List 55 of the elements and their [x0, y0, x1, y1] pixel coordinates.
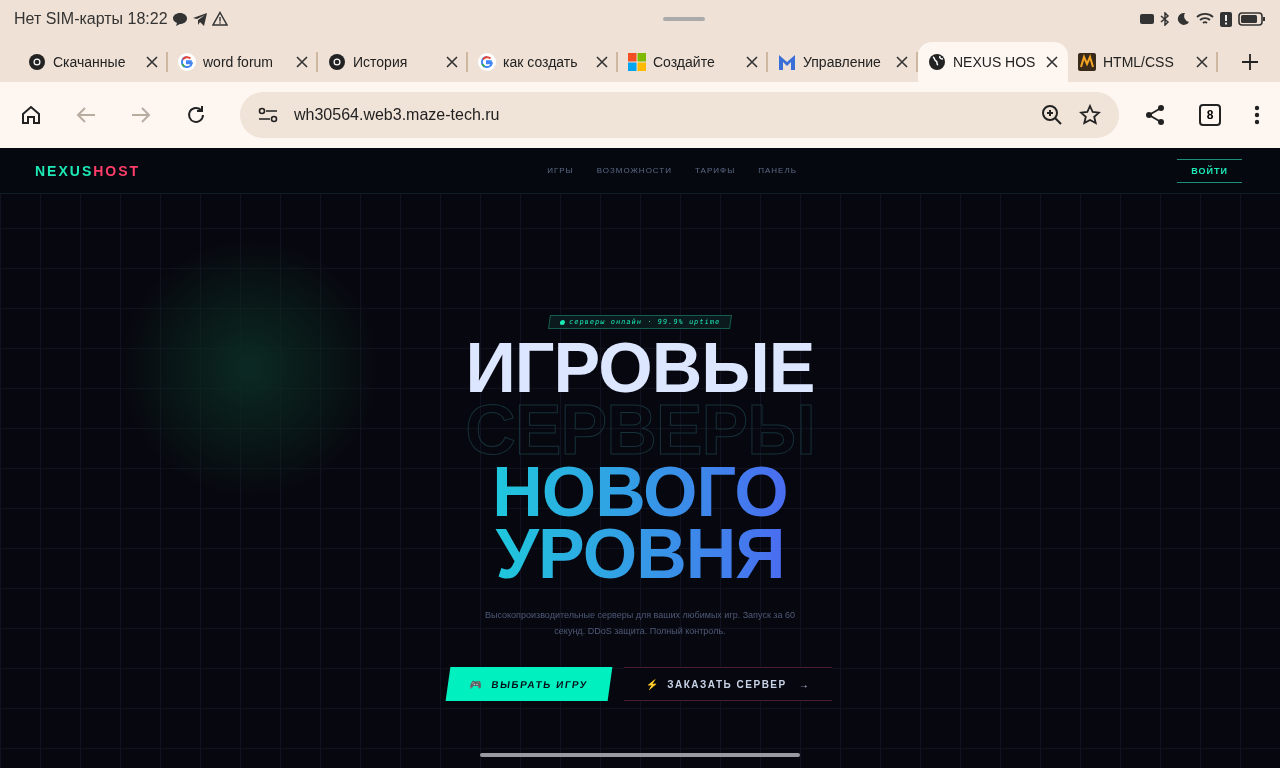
browser-tab[interactable]: word forum [168, 42, 318, 82]
nav-link[interactable]: ТАРИФЫ [695, 166, 736, 175]
browser-tab[interactable]: HTML/CSS [1068, 42, 1218, 82]
close-icon[interactable] [746, 56, 758, 68]
rw-logo-icon [1078, 53, 1096, 71]
chrome-icon [28, 53, 46, 71]
status-text: Нет SIM-карты 18:22 [14, 10, 168, 28]
alert-icon [1220, 11, 1232, 27]
more-icon[interactable] [1254, 105, 1260, 125]
site-logo[interactable]: NEXUS HOST [35, 162, 141, 179]
login-button[interactable]: ВОЙТИ [1177, 158, 1242, 183]
choose-game-button[interactable]: 🎮 ВЫБРАТЬ ИГРУ [445, 667, 613, 701]
windows-icon [628, 53, 646, 71]
warning-icon [211, 11, 228, 27]
star-icon[interactable] [1079, 104, 1101, 126]
globe-icon [928, 53, 946, 71]
close-icon[interactable] [1046, 56, 1058, 68]
chrome-icon [328, 53, 346, 71]
reload-icon[interactable] [185, 104, 207, 126]
battery-icon [1238, 12, 1266, 26]
tab-count-button[interactable]: 8 [1199, 104, 1221, 126]
browser-tab[interactable]: Управление [768, 42, 918, 82]
share-icon[interactable] [1144, 104, 1166, 126]
moon-icon [1176, 12, 1190, 26]
headline-text: ИГРОВЫЕ [465, 337, 815, 399]
wifi-icon [1196, 12, 1214, 26]
chat-icon [171, 11, 188, 27]
google-icon [178, 53, 196, 71]
zoom-in-icon[interactable] [1041, 104, 1063, 126]
close-icon[interactable] [296, 56, 308, 68]
browser-tab[interactable]: История [318, 42, 468, 82]
m-logo-icon [778, 53, 796, 71]
close-icon[interactable] [146, 56, 158, 68]
home-icon[interactable] [20, 104, 42, 126]
browser-tab[interactable]: NEXUS HOS [918, 42, 1068, 82]
close-icon[interactable] [1196, 56, 1208, 68]
bluetooth-icon [1160, 12, 1170, 26]
keyboard-icon [1140, 14, 1154, 24]
browser-tab[interactable]: Скачанные [18, 42, 168, 82]
nav-link[interactable]: ИГРЫ [547, 166, 574, 175]
address-bar[interactable]: wh30564.web3.maze-tech.ru [240, 92, 1119, 138]
close-icon[interactable] [596, 56, 608, 68]
drag-handle[interactable] [662, 17, 705, 21]
order-server-button[interactable]: ⚡ ЗАКАЗАТЬ СЕРВЕР → [623, 667, 833, 701]
site-settings-icon[interactable] [258, 107, 278, 123]
send-icon [191, 11, 208, 27]
close-icon[interactable] [896, 56, 908, 68]
google-icon [478, 53, 496, 71]
new-tab-icon[interactable] [1242, 54, 1258, 70]
nav-link[interactable]: ВОЗМОЖНОСТИ [596, 166, 672, 175]
browser-tab[interactable]: Создайте [618, 42, 768, 82]
close-icon[interactable] [446, 56, 458, 68]
nav-link[interactable]: ПАНЕЛЬ [758, 166, 797, 175]
description-text: Высокопроизводительные серверы для ваших любимых игр. Запуск за 60 секунд. DDoS защита. Полный контроль. [484, 609, 796, 638]
browser-tab[interactable]: как создать [468, 42, 618, 82]
